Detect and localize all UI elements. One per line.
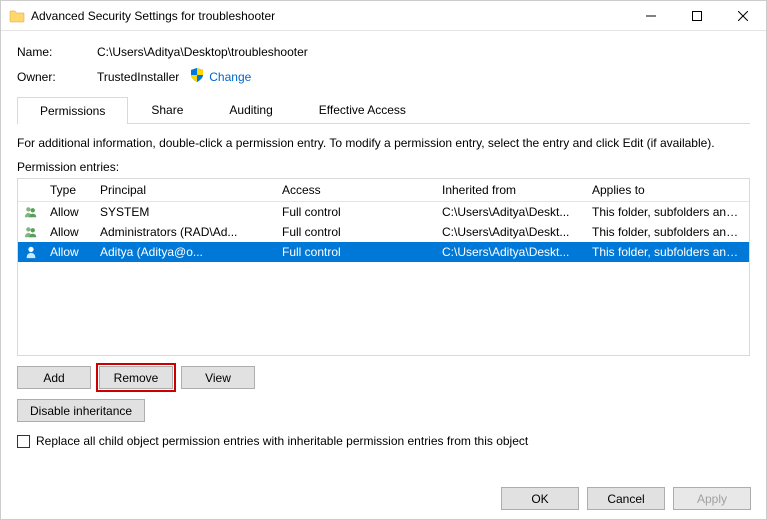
principal-icon	[18, 222, 44, 242]
disable-inheritance-button[interactable]: Disable inheritance	[17, 399, 145, 422]
header-applies[interactable]: Applies to	[586, 179, 749, 201]
window-title: Advanced Security Settings for troublesh…	[31, 9, 628, 23]
add-button[interactable]: Add	[17, 366, 91, 389]
replace-checkbox[interactable]	[17, 435, 30, 448]
tab-permissions[interactable]: Permissions	[17, 97, 128, 124]
table-row[interactable]: AllowSYSTEMFull controlC:\Users\Aditya\D…	[18, 202, 749, 222]
table-row[interactable]: AllowAdministrators (RAD\Ad...Full contr…	[18, 222, 749, 242]
inheritance-button-row: Disable inheritance	[17, 399, 750, 422]
tab-share[interactable]: Share	[128, 96, 206, 123]
apply-button[interactable]: Apply	[673, 487, 751, 510]
cell-applies: This folder, subfolders and files	[586, 223, 749, 241]
permission-entries-label: Permission entries:	[17, 160, 750, 174]
tab-auditing[interactable]: Auditing	[206, 96, 295, 123]
minimize-button[interactable]	[628, 1, 674, 31]
view-button[interactable]: View	[181, 366, 255, 389]
cell-applies: This folder, subfolders and files	[586, 203, 749, 221]
cell-type: Allow	[44, 223, 94, 241]
owner-label: Owner:	[17, 70, 97, 84]
replace-checkbox-row[interactable]: Replace all child object permission entr…	[17, 434, 750, 448]
content-area: Name: C:\Users\Aditya\Desktop\troublesho…	[1, 31, 766, 458]
folder-icon	[9, 8, 25, 24]
tab-strip: Permissions Share Auditing Effective Acc…	[17, 96, 750, 124]
owner-field: Owner: TrustedInstaller Change	[17, 67, 750, 86]
header-type[interactable]: Type	[44, 179, 94, 201]
info-text: For additional information, double-click…	[17, 136, 750, 150]
name-field: Name: C:\Users\Aditya\Desktop\troublesho…	[17, 45, 750, 59]
cell-type: Allow	[44, 203, 94, 221]
close-button[interactable]	[720, 1, 766, 31]
principal-icon	[18, 242, 44, 262]
remove-button[interactable]: Remove	[99, 366, 173, 389]
header-inherited[interactable]: Inherited from	[436, 179, 586, 201]
dialog-footer: OK Cancel Apply	[501, 487, 751, 510]
cell-inherited: C:\Users\Aditya\Deskt...	[436, 243, 586, 261]
name-value: C:\Users\Aditya\Desktop\troubleshooter	[97, 45, 308, 59]
cancel-button[interactable]: Cancel	[587, 487, 665, 510]
cell-type: Allow	[44, 243, 94, 261]
cell-principal: SYSTEM	[94, 203, 276, 221]
change-owner-link[interactable]: Change	[189, 67, 251, 86]
cell-applies: This folder, subfolders and files	[586, 243, 749, 261]
cell-inherited: C:\Users\Aditya\Deskt...	[436, 223, 586, 241]
header-principal[interactable]: Principal	[94, 179, 276, 201]
header-icon	[18, 179, 44, 201]
cell-access: Full control	[276, 203, 436, 221]
replace-checkbox-label: Replace all child object permission entr…	[36, 434, 528, 448]
maximize-button[interactable]	[674, 1, 720, 31]
permission-grid[interactable]: Type Principal Access Inherited from App…	[17, 178, 750, 356]
table-row[interactable]: AllowAditya (Aditya@o...Full controlC:\U…	[18, 242, 749, 262]
cell-principal: Administrators (RAD\Ad...	[94, 223, 276, 241]
change-label: Change	[209, 70, 251, 84]
grid-body: AllowSYSTEMFull controlC:\Users\Aditya\D…	[18, 202, 749, 262]
cell-inherited: C:\Users\Aditya\Deskt...	[436, 203, 586, 221]
ok-button[interactable]: OK	[501, 487, 579, 510]
principal-icon	[18, 202, 44, 222]
titlebar: Advanced Security Settings for troublesh…	[1, 1, 766, 31]
cell-access: Full control	[276, 223, 436, 241]
cell-access: Full control	[276, 243, 436, 261]
action-button-row: Add Remove View	[17, 366, 750, 389]
grid-header: Type Principal Access Inherited from App…	[18, 179, 749, 202]
owner-value: TrustedInstaller	[97, 70, 179, 84]
name-label: Name:	[17, 45, 97, 59]
tab-effective-access[interactable]: Effective Access	[296, 96, 429, 123]
header-access[interactable]: Access	[276, 179, 436, 201]
cell-principal: Aditya (Aditya@o...	[94, 243, 276, 261]
shield-icon	[189, 67, 205, 86]
